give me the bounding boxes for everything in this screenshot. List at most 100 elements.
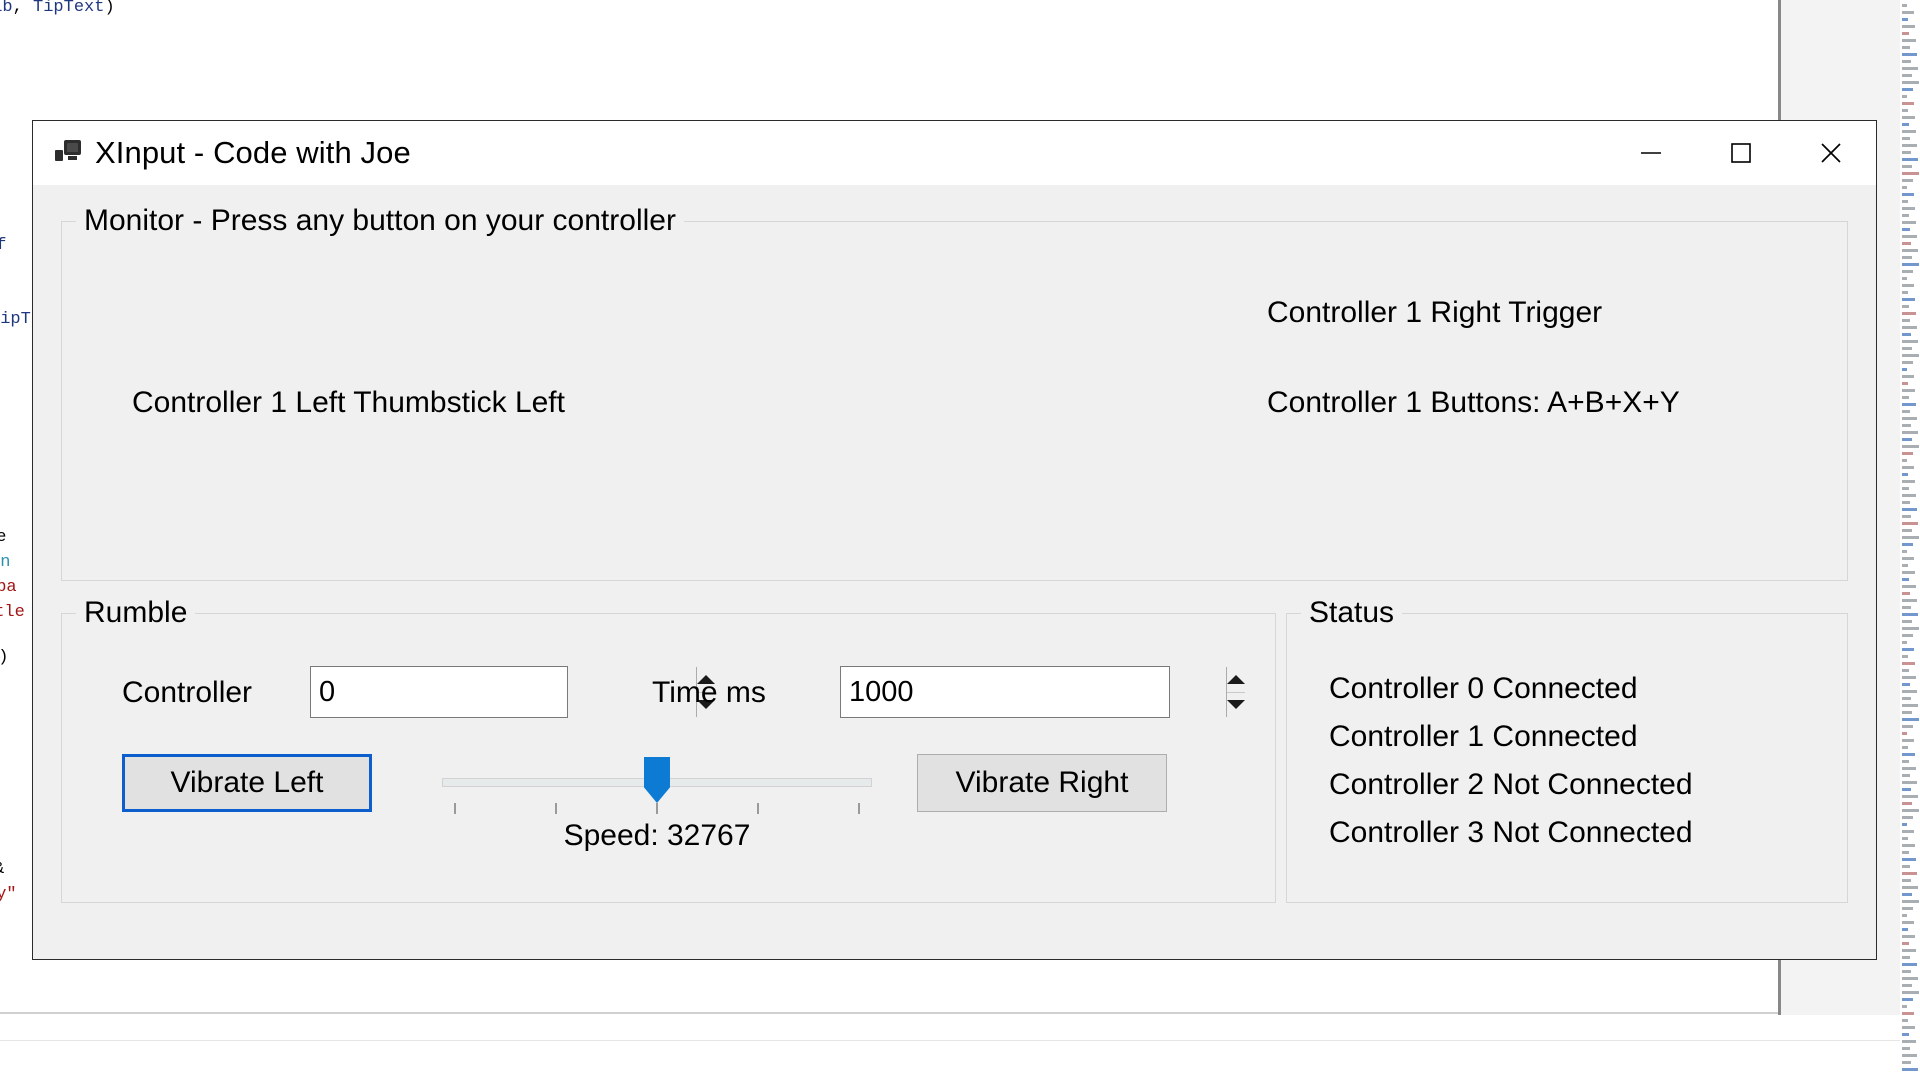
minimap-line: [1902, 830, 1914, 833]
minimap-line: [1902, 557, 1914, 560]
speed-value-label: Speed: 32767: [563, 819, 751, 852]
minimap-line: [1902, 116, 1915, 119]
minimap-line: [1902, 389, 1915, 392]
code-fragment: dba: [0, 578, 17, 597]
minimap-line: [1902, 74, 1912, 77]
speed-slider-tick: [858, 803, 860, 814]
close-icon[interactable]: [1786, 121, 1876, 185]
minimap-line: [1902, 417, 1917, 420]
minimap-line: [1902, 494, 1916, 497]
minimap-line: [1902, 851, 1909, 854]
status-line: Controller 0 Connected: [1329, 672, 1638, 705]
editor-divider-secondary: [0, 1040, 1920, 1041]
minimap-line: [1902, 648, 1914, 651]
minimap-line: [1902, 592, 1910, 595]
minimap-line: [1902, 354, 1919, 357]
minimap-line: [1902, 123, 1909, 126]
minimap-line: [1902, 802, 1912, 805]
vibrate-right-button[interactable]: Vibrate Right: [917, 754, 1167, 812]
minimap-line: [1902, 991, 1919, 994]
minimap-line: [1902, 704, 1918, 707]
minimap-line: [1902, 249, 1918, 252]
minimap-line: [1902, 613, 1918, 616]
speed-slider-ticks: [442, 803, 872, 815]
minimap-line: [1902, 501, 1910, 504]
title-bar[interactable]: XInput - Code with Joe: [33, 121, 1876, 185]
minimap-line: [1902, 95, 1907, 98]
minimap-line: [1902, 403, 1916, 406]
speed-slider-tick: [454, 803, 456, 814]
minimap-line: [1902, 298, 1915, 301]
minimap-line: [1902, 1005, 1907, 1008]
maximize-icon[interactable]: [1696, 121, 1786, 185]
xinput-window: XInput - Code with Joe Monitor - Press a…: [32, 120, 1877, 960]
minimap-line: [1902, 739, 1914, 742]
minimap-line: [1902, 522, 1918, 525]
controller-label: Controller: [122, 676, 253, 709]
minimap-line: [1902, 438, 1912, 441]
minimap-line: [1902, 550, 1907, 553]
rumble-group: Rumble Controller Time ms Vibrate Left V…: [61, 596, 1276, 903]
time-ms-input[interactable]: [841, 667, 1226, 717]
time-ms-spin-down-icon[interactable]: [1227, 692, 1245, 717]
code-fragment: TipT: [0, 310, 31, 329]
window-title: XInput - Code with Joe: [95, 135, 411, 170]
minimap-line: [1902, 998, 1913, 1001]
minimap-line: [1902, 1047, 1910, 1050]
screen-root: Vib, TipText) Lf TipT ne En dba ntle t) …: [0, 0, 1920, 1080]
speed-slider-thumb[interactable]: [643, 757, 670, 803]
minimap-line: [1902, 634, 1913, 637]
minimap-line: [1902, 655, 1908, 658]
minimap-line: [1902, 277, 1907, 280]
minimap-line: [1902, 270, 1913, 273]
minimap-line: [1902, 109, 1908, 112]
time-ms-spin-buttons[interactable]: [1226, 667, 1245, 717]
minimap-line: [1902, 291, 1908, 294]
minimap-line: [1902, 606, 1911, 609]
minimap-line: [1902, 137, 1910, 140]
minimap-line: [1902, 928, 1908, 931]
minimap-line: [1902, 340, 1918, 343]
monitor-left-thumbstick-label: Controller 1 Left Thumbstick Left: [132, 386, 565, 419]
speed-slider[interactable]: [442, 757, 872, 814]
minimap-line: [1902, 935, 1915, 938]
status-line: Controller 2 Not Connected: [1329, 768, 1693, 801]
minimap-line: [1902, 25, 1915, 28]
code-fragment: &: [0, 860, 4, 880]
minimap-line: [1902, 907, 1913, 910]
time-ms-spin-up-icon[interactable]: [1227, 667, 1245, 693]
minimap-line: [1902, 746, 1908, 749]
code-fragment: Vib, TipText): [0, 0, 115, 17]
minimap-line: [1902, 844, 1915, 847]
controller-input[interactable]: [311, 667, 696, 717]
status-line: Controller 3 Not Connected: [1329, 816, 1693, 849]
code-fragment: En: [0, 553, 11, 572]
minimap-line: [1902, 536, 1919, 539]
time-ms-stepper[interactable]: [840, 666, 1245, 718]
minimap-line: [1902, 396, 1909, 399]
minimap-line: [1902, 375, 1914, 378]
minimap-line: [1902, 39, 1916, 42]
controller-stepper[interactable]: [310, 666, 715, 718]
minimap-line: [1902, 893, 1912, 896]
minimap-line: [1902, 88, 1913, 91]
minimap-line: [1902, 235, 1917, 238]
minimap-line: [1902, 445, 1919, 448]
minimize-icon[interactable]: [1606, 121, 1696, 185]
minimap-line: [1902, 620, 1912, 623]
monitor-buttons-label: Controller 1 Buttons: A+B+X+Y: [1267, 386, 1680, 419]
code-fragment: ne: [0, 528, 7, 547]
vibrate-left-button[interactable]: Vibrate Left: [122, 754, 372, 812]
minimap-line: [1902, 207, 1915, 210]
minimap-line: [1902, 963, 1917, 966]
minimap-line: [1902, 347, 1912, 350]
minimap-line: [1902, 641, 1907, 644]
minimap-line: [1902, 242, 1911, 245]
minimap-line: [1902, 1054, 1917, 1057]
status-group-legend: Status: [1301, 596, 1403, 630]
code-fragment: ntle: [0, 603, 25, 622]
minimap-line: [1902, 193, 1914, 196]
editor-minimap[interactable]: [1900, 0, 1920, 1080]
time-ms-label: Time ms: [652, 676, 766, 709]
minimap-line: [1902, 179, 1913, 182]
